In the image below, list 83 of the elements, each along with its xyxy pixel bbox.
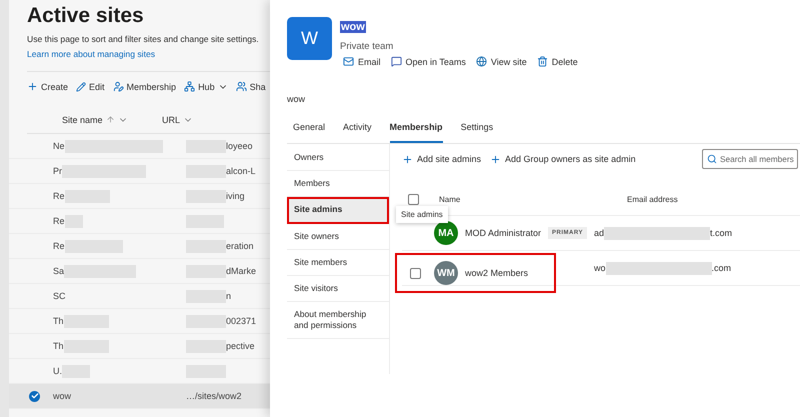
site-row[interactable]: SC n <box>9 284 270 309</box>
member-avatar: MA <box>434 221 458 245</box>
column-header: Email address <box>627 195 678 204</box>
toolbar-button[interactable]: Create <box>27 81 68 92</box>
table-cell: …/sites/wow2 <box>186 391 242 401</box>
toolbar-button[interactable]: Hub <box>184 81 228 92</box>
table-cell: alcon-L <box>226 166 256 176</box>
table-cell: Ne <box>53 141 65 151</box>
site-description: wow <box>287 94 306 104</box>
site-row[interactable]: Re eration <box>9 234 270 259</box>
plus-icon <box>490 154 502 164</box>
table-cell: SC <box>53 291 66 301</box>
toolbar-button[interactable]: Sha <box>236 81 266 92</box>
email-cell: wo <box>594 263 606 273</box>
member-avatar: WM <box>434 261 458 285</box>
table-cell: loyeeo <box>226 141 253 151</box>
site-row[interactable]: Th pective <box>9 334 270 359</box>
action-button[interactable]: Open in Teams <box>390 56 466 67</box>
people-icon <box>236 81 247 92</box>
table-cell: n <box>226 291 232 301</box>
tab[interactable]: Membership <box>390 122 443 143</box>
email-cell: .com <box>712 263 732 273</box>
action-button[interactable]: View site <box>476 56 527 67</box>
command-button[interactable]: Add site admins <box>402 154 482 164</box>
site-row[interactable]: wow …/sites/wow2 <box>9 384 270 409</box>
table-cell: Re <box>53 241 65 251</box>
site-row[interactable]: Ne loyeeo <box>9 134 270 159</box>
table-cell: eration <box>226 241 254 251</box>
plus-icon <box>27 81 38 92</box>
tab[interactable]: Activity <box>343 122 372 143</box>
site-row[interactable]: Re <box>9 209 270 234</box>
search-box[interactable]: Search all members <box>702 149 798 169</box>
site-row[interactable]: Re iving <box>9 184 270 209</box>
toolbar-button[interactable]: Membership <box>112 81 176 92</box>
hub-icon <box>184 81 196 92</box>
site-subtitle: Private team <box>340 41 394 52</box>
table-cell: Pr <box>53 166 62 176</box>
action-button[interactable]: Delete <box>536 56 578 67</box>
search-icon <box>707 154 717 164</box>
check-icon <box>29 390 40 402</box>
chat-icon <box>390 56 402 67</box>
site-avatar: W <box>287 17 332 60</box>
plus-icon <box>402 154 413 164</box>
mail-icon <box>343 56 354 67</box>
tab[interactable]: Settings <box>460 122 494 143</box>
member-name: wow2 Members <box>465 268 528 278</box>
globe-icon <box>476 56 487 67</box>
person-icon <box>112 81 124 92</box>
table-cell: dMarke <box>226 266 256 276</box>
checkbox[interactable] <box>408 194 419 205</box>
learn-more-link[interactable]: Learn more about managing sites <box>27 49 156 59</box>
site-row[interactable]: Pr alcon-L <box>9 159 270 184</box>
checkbox[interactable] <box>410 268 421 278</box>
toolbar-button[interactable]: Edit <box>76 81 105 92</box>
table-cell: U. <box>53 366 62 376</box>
trash-icon <box>536 56 548 67</box>
table-cell: Re <box>53 191 65 201</box>
command-button[interactable]: Add Group owners as site admin <box>490 154 636 164</box>
column-header[interactable]: URL <box>162 114 262 124</box>
table-cell: 002371 <box>226 316 256 326</box>
nav-item[interactable]: Site admins <box>287 197 389 224</box>
table-cell: iving <box>226 191 245 201</box>
tab[interactable]: General <box>293 122 326 143</box>
table-cell: Re <box>53 216 65 226</box>
action-button[interactable]: Email <box>343 56 381 67</box>
table-cell: Sa <box>53 266 64 276</box>
site-row[interactable]: Th 002371 <box>9 309 270 334</box>
tooltip: Site admins <box>396 206 448 223</box>
sort-arrow-icon <box>106 115 115 124</box>
site-name: wow <box>340 21 366 33</box>
site-row[interactable]: Sa dMarke <box>9 259 270 284</box>
column-header: Name <box>439 195 462 204</box>
column-header[interactable]: Site name <box>27 114 162 124</box>
table-cell: pective <box>226 341 255 351</box>
table-cell: wow <box>53 391 72 401</box>
email-cell: t.com <box>710 228 732 238</box>
page-title: Active sites <box>27 4 145 28</box>
pencil-icon <box>76 82 86 92</box>
member-name: MOD Administrator <box>465 228 542 238</box>
email-cell: ad <box>594 228 604 238</box>
table-cell: Th <box>53 341 64 351</box>
table-cell: Th <box>53 316 64 326</box>
page-description: Use this page to sort and filter sites and change site settings. <box>27 34 260 44</box>
